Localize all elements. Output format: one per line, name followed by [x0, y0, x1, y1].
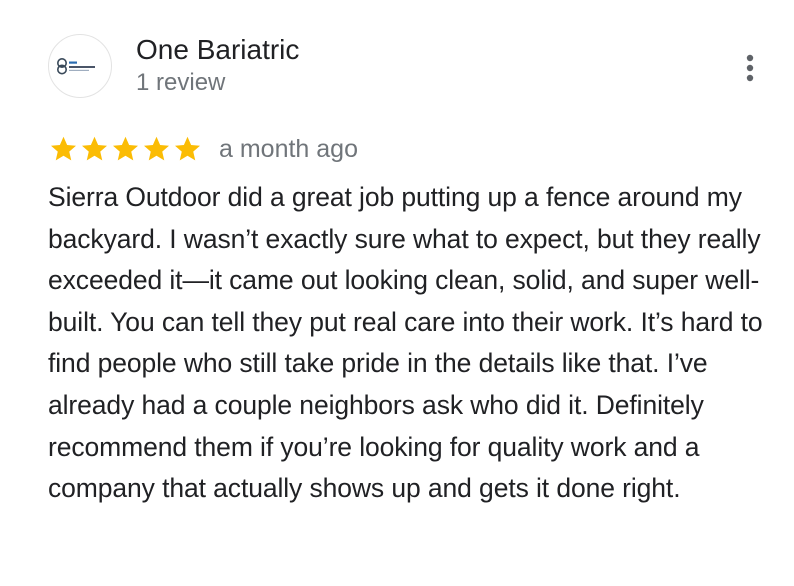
one-bariatric-logo [57, 58, 95, 75]
star-icon [113, 136, 138, 161]
reviewer-avatar[interactable] [48, 34, 112, 98]
reviewer-review-count[interactable]: 1 review [136, 68, 225, 98]
rating-row: a month ago [48, 132, 358, 166]
review-text: Sierra Outdoor did a great job putting u… [48, 182, 763, 504]
reviewer-name[interactable]: One Bariatric [136, 33, 299, 67]
star-icon [51, 136, 76, 161]
review-date: a month ago [219, 135, 358, 163]
star-icon [82, 136, 107, 161]
star-icon [175, 136, 200, 161]
more-options-button[interactable] [734, 50, 766, 86]
star-rating [48, 134, 203, 164]
review-card: One Bariatric 1 review a month ago Sierr… [0, 0, 794, 586]
more-vert-icon [746, 54, 754, 82]
star-icon [144, 136, 169, 161]
